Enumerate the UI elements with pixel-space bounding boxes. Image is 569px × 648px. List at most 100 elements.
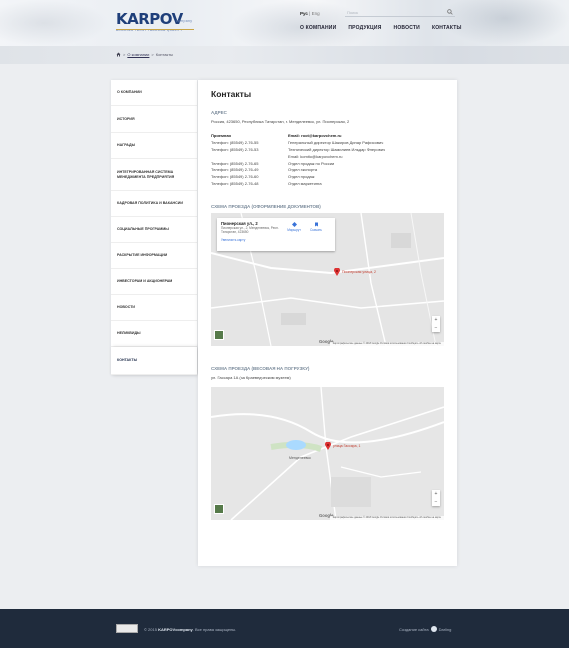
contact-right[interactable]: Email: root@karpovchem.ru — [288, 133, 444, 138]
main-nav: О КОМПАНИИ ПРОДУКЦИЯ НОВОСТИ КОНТАКТЫ — [300, 25, 462, 31]
sidebar-item-management-system[interactable]: Интегрированная система менеджмента пред… — [111, 159, 197, 191]
contacts-table: Приемная Email: root@karpovchem.ru Телеф… — [211, 133, 444, 186]
zoom-control[interactable]: + − — [432, 490, 440, 507]
map-pin-icon[interactable] — [325, 442, 331, 451]
save-icon — [314, 222, 318, 227]
zoom-control[interactable]: + − — [432, 316, 440, 333]
header-background — [0, 0, 110, 46]
nav-products[interactable]: ПРОДУКЦИЯ — [348, 25, 381, 31]
sidebar-item-hr[interactable]: Кадровая политика и вакансии — [111, 191, 197, 217]
sidebar-item-label: Кадровая политика и вакансии — [117, 201, 183, 206]
satellite-toggle[interactable] — [214, 504, 224, 515]
sidebar-item-social[interactable]: Социальные программы — [111, 217, 197, 243]
contact-left: Приемная — [211, 133, 231, 138]
copyright-brand: KARPOVcompany — [158, 627, 193, 632]
lang-en[interactable]: Eng — [312, 11, 320, 16]
logo-text: KARPOV — [116, 10, 183, 28]
sidebar-item-label: Раскрытие информации — [117, 253, 168, 258]
logo-bar — [116, 29, 194, 30]
site-header: KARPOV company BUILDING TRUST THROUGH QU… — [0, 0, 569, 46]
map-attribution: Картографические данные © 2018 Google Ус… — [329, 342, 444, 347]
contact-right[interactable]: Email: komito@karpovchem.ru — [288, 154, 444, 159]
map-card-address: Пионерская ул., 2, Менделеевск, Респ. Та… — [221, 226, 279, 234]
site-logo[interactable]: KARPOV company BUILDING TRUST THROUGH QU… — [116, 10, 194, 37]
contact-left — [211, 154, 288, 159]
nav-contacts[interactable]: КОНТАКТЫ — [432, 25, 462, 31]
sidebar-item-investors[interactable]: Инвесторам и акционерам — [111, 269, 197, 295]
site-footer: © 2015 KARPOVcompany. Все права защищены… — [0, 609, 569, 648]
save-button-label: Скачать — [310, 228, 322, 233]
contact-left: Телефон: (85549) 2-76-60 — [211, 174, 259, 180]
page-title: Контакты — [211, 89, 252, 99]
address-title: АДРЕС — [211, 110, 227, 115]
address-text: Россия, 423650, Республика Татарстан, г.… — [211, 119, 350, 124]
logo-small-text: company — [176, 19, 193, 23]
contact-right: Отдел экспорта — [288, 167, 318, 173]
map-attribution: Картографические данные © 2018 Google Ус… — [329, 516, 444, 521]
sidebar-item-news[interactable]: Новости — [111, 295, 197, 321]
sidebar-item-awards[interactable]: Награды — [111, 133, 197, 159]
sidebar-item-label: История — [117, 116, 135, 121]
sidebar-item-label: Интегрированная система менеджмента пред… — [117, 170, 175, 179]
copyright-suffix: . Все права защищены. — [192, 627, 237, 632]
contact-right: Генеральный директор Шакиров Динар Рафис… — [288, 139, 384, 145]
sidebar-item-about[interactable]: О компании — [111, 80, 197, 106]
sidebar-menu: О компании История Награды Интегрированн… — [111, 80, 197, 375]
footer-logo[interactable] — [116, 624, 138, 633]
pin-label: улица Гассара, 1 — [333, 444, 361, 449]
home-icon[interactable] — [116, 52, 121, 57]
footer-copyright: © 2015 KARPOVcompany. Все права защищены… — [144, 627, 236, 632]
sidebar-item-label: Неликвиды — [117, 331, 141, 336]
studio-logo-icon — [430, 626, 437, 632]
copyright-prefix: © 2015 — [144, 627, 159, 632]
sidebar-item-label: Социальные программы — [117, 227, 169, 232]
made-by-label: Создание сайта — [399, 626, 429, 632]
map-enlarge-link[interactable]: Увеличить карту — [221, 238, 331, 242]
map1-title: СХЕМА ПРОЕЗДА (ОФОРМЛЕНИЕ ДОКУМЕНТОВ) — [211, 204, 321, 210]
route-button-label: Маршрут — [287, 228, 301, 233]
header-background — [440, 0, 569, 46]
sidebar-item-disclosure[interactable]: Раскрытие информации — [111, 243, 197, 269]
contact-left: Телефон: (85549) 2-76-48 — [211, 181, 259, 187]
breadcrumb-current: Контакты — [155, 52, 174, 57]
language-switch: Рус | Eng — [300, 11, 320, 16]
map-pin-icon[interactable] — [334, 268, 340, 277]
developer-credit[interactable]: Создание сайта Darling — [399, 626, 451, 632]
map2-title: СХЕМА ПРОЕЗДА (ВЕСОВАЯ НА ПОГРУЗКУ) — [211, 366, 310, 372]
route-button[interactable]: Маршрут — [287, 222, 301, 232]
search-icon[interactable] — [447, 9, 453, 15]
breadcrumb-about-link[interactable]: О компании — [127, 52, 149, 57]
nav-about[interactable]: О КОМПАНИИ — [300, 25, 336, 31]
contact-right: Технический директор Шамилиев Ильдар Фле… — [288, 146, 386, 152]
contact-left: Телефон: (85549) 2-76-49 — [211, 167, 259, 173]
map-info-card: Пионерская ул., 2 Пионерская ул., 2, Мен… — [217, 218, 335, 252]
lang-ru[interactable]: Рус — [300, 11, 308, 16]
directions-icon — [291, 222, 297, 228]
sidebar-item-history[interactable]: История — [111, 106, 197, 133]
satellite-toggle[interactable] — [214, 330, 224, 341]
breadcrumb-bar: > О компании > Контакты — [0, 46, 569, 64]
office-map[interactable]: Пионерская ул., 2 Пионерская ул., 2, Мен… — [211, 213, 444, 347]
map2-note: ул. Гассара 1А (за Краеведческим музеем) — [211, 375, 291, 381]
contact-left: Телефон: (85549) 2-76-55 — [211, 139, 259, 145]
search-input[interactable]: Поиск — [345, 9, 455, 17]
sidebar-item-contacts[interactable]: Контакты — [111, 347, 197, 375]
town-label: Менделеевск — [289, 456, 311, 461]
nav-news[interactable]: НОВОСТИ — [394, 25, 420, 31]
breadcrumb: > О компании > Контакты — [116, 52, 173, 57]
search-placeholder: Поиск — [347, 10, 359, 15]
contact-left: Телефон: (85549) 2-76-53 — [211, 146, 259, 152]
map-roads — [211, 387, 444, 521]
sidebar-item-label: Инвесторам и акционерам — [117, 279, 173, 284]
sidebar-item-label: Контакты — [117, 358, 138, 363]
loading-map[interactable]: Менделеевск улица Гассара, 1 + − Google К… — [211, 387, 444, 521]
pin-label: Пионерская улица, 2 — [342, 270, 376, 275]
sidebar-item-illiquid[interactable]: Неликвиды — [111, 321, 197, 347]
save-button[interactable]: Скачать — [309, 222, 323, 232]
header-background — [230, 0, 370, 46]
studio-name: Darling — [438, 626, 452, 632]
contact-right: Отдел продаж — [288, 174, 315, 180]
contact-right: Отдел маркетинга — [288, 181, 322, 187]
sidebar-item-label: О компании — [117, 90, 142, 95]
sidebar-item-label: Награды — [117, 143, 136, 148]
